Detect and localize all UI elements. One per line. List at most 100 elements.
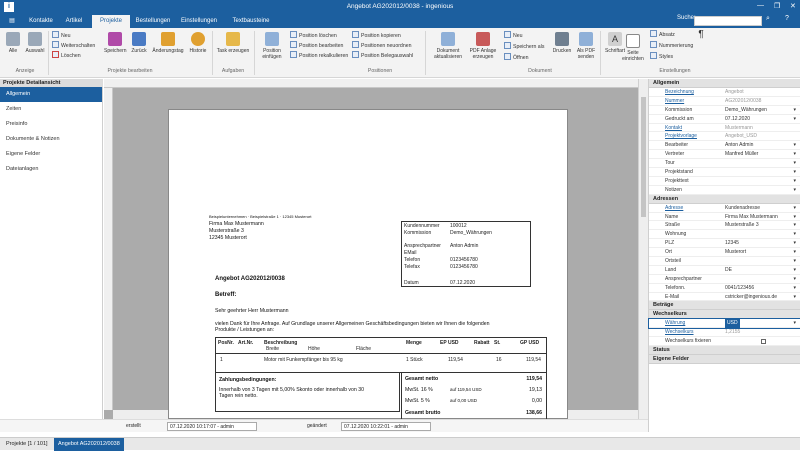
loeschen-button[interactable]: Löschen — [52, 51, 81, 60]
position-rekalkulieren-button[interactable]: Position rekalkulieren — [290, 51, 348, 60]
tab-bestellungen[interactable]: Bestellungen — [133, 15, 173, 28]
tab-artikel[interactable]: Artikel — [60, 15, 88, 28]
property-label[interactable]: Projektvorlage — [665, 132, 697, 141]
chevron-down-icon[interactable]: ▾ — [793, 284, 796, 293]
scroll-thumb[interactable] — [641, 97, 646, 217]
position-loeschen-button[interactable]: Position löschen — [290, 31, 337, 40]
chevron-down-icon[interactable]: ▾ — [793, 230, 796, 239]
close-icon[interactable]: ✕ — [790, 2, 796, 10]
neu-button[interactable]: Neu — [52, 31, 71, 40]
dokument-aktualisieren-button[interactable]: Dokument aktualisieren — [428, 32, 468, 60]
pdf-anlage-button[interactable]: PDF Anlage erzeugen — [466, 32, 500, 60]
chevron-down-icon[interactable]: ▾ — [793, 221, 796, 230]
nav-preisinfo[interactable]: Preisinfo — [0, 117, 102, 132]
chevron-down-icon[interactable]: ▾ — [793, 141, 796, 150]
minimize-icon[interactable]: — — [757, 2, 764, 9]
property-row[interactable]: Nummer AG202012/0038 — [649, 97, 800, 106]
property-value[interactable]: Manfred Müller — [725, 150, 758, 159]
property-label[interactable]: Bezeichnung — [665, 88, 694, 97]
property-value[interactable]: Angebot — [725, 88, 744, 97]
chevron-down-icon[interactable]: ▾ — [793, 115, 796, 124]
property-row[interactable]: Notizen ▾ — [649, 186, 800, 195]
absatz-button[interactable]: Absatz — [650, 30, 675, 39]
section-adressen[interactable]: Adressen — [649, 194, 800, 204]
property-row[interactable]: Land DE ▾ — [649, 266, 800, 275]
property-row[interactable]: Telefonn. 0041/123456 ▾ — [649, 284, 800, 293]
property-row[interactable]: Vertreter Manfred Müller ▾ — [649, 150, 800, 160]
styles-button[interactable]: Styles — [650, 52, 673, 61]
chevron-down-icon[interactable]: ▾ — [793, 204, 796, 213]
tab-projekte[interactable]: Projekte — [92, 15, 130, 28]
property-row[interactable]: Tour ▾ — [649, 159, 800, 169]
property-row[interactable]: E-Mail cstricker@ingenious.de ▾ — [649, 293, 800, 302]
task-erzeugen-button[interactable]: Task erzeugen — [214, 32, 252, 54]
doc-neu-button[interactable]: Neu — [504, 31, 523, 40]
property-row[interactable]: Kontakt Mustermann — [649, 124, 800, 133]
tab-einstellungen[interactable]: Einstellungen — [176, 15, 222, 28]
property-row[interactable]: Straße Musterstraße 3 ▾ — [649, 221, 800, 231]
property-value[interactable]: Mustermann — [725, 124, 753, 133]
property-value[interactable]: DE — [725, 266, 732, 275]
property-value[interactable]: cstricker@ingenious.de — [725, 293, 777, 302]
position-kopieren-button[interactable]: Position kopieren — [352, 31, 401, 40]
chevron-down-icon[interactable]: ▾ — [793, 275, 796, 284]
property-value[interactable]: Musterort — [725, 248, 746, 257]
chevron-down-icon[interactable]: ▾ — [793, 319, 796, 328]
chevron-down-icon[interactable]: ▾ — [793, 248, 796, 257]
historie-button[interactable]: Historie — [186, 32, 210, 54]
property-value[interactable]: Firma Max Mustermann — [725, 213, 778, 222]
property-row[interactable]: Ortsteil ▾ — [649, 257, 800, 266]
chevron-down-icon[interactable]: ▾ — [793, 293, 796, 302]
nav-dokumente-notizen[interactable]: Dokumente & Notizen — [0, 132, 102, 147]
property-value[interactable]: AG202012/0038 — [725, 97, 761, 106]
property-value[interactable]: 0041/123456 — [725, 284, 754, 293]
nav-zeiten[interactable]: Zeiten — [0, 102, 102, 117]
property-row[interactable]: Projekttext ▾ — [649, 177, 800, 186]
property-row[interactable]: Projektstand ▾ — [649, 168, 800, 177]
nav-allgemein[interactable]: Allgemein — [0, 87, 102, 102]
property-row[interactable]: Währung USD ▾ — [648, 318, 800, 330]
document-page[interactable]: Beispielunternehmen · Beispielstraße 1 ·… — [168, 109, 568, 420]
drucken-button[interactable]: Drucken — [550, 32, 574, 54]
speichern-button[interactable]: Speichern — [104, 32, 127, 54]
property-row[interactable]: PLZ 12345 ▾ — [649, 239, 800, 249]
property-row[interactable]: Adresse Kundenadresse ▾ — [649, 204, 800, 213]
property-value[interactable]: 12345 — [725, 239, 739, 248]
zurueck-button[interactable]: Zurück — [128, 32, 150, 54]
chevron-down-icon[interactable]: ▾ — [793, 186, 796, 195]
section-betraege[interactable]: Beträge — [649, 301, 800, 311]
tab-kontakte[interactable]: Kontakte — [24, 15, 58, 28]
chevron-down-icon[interactable]: ▾ — [793, 213, 796, 222]
section-eigene-felder[interactable]: Eigene Felder — [649, 355, 800, 365]
nummerierung-button[interactable]: Nummerierung — [650, 41, 693, 50]
alle-button[interactable]: Alle — [4, 32, 22, 54]
position-einfuegen-button[interactable]: Position einfügen — [256, 32, 288, 60]
section-allgemein[interactable]: Allgemein — [649, 79, 800, 88]
nav-eigene-felder[interactable]: Eigene Felder — [0, 147, 102, 162]
property-value[interactable]: Musterstraße 3 — [725, 221, 759, 230]
property-row[interactable]: Ansprechpartner ▾ — [649, 275, 800, 284]
vertical-scrollbar[interactable] — [638, 79, 648, 419]
nav-dateianlagen[interactable]: Dateianlagen — [0, 162, 102, 177]
search-icon[interactable]: ⌕ — [766, 15, 770, 23]
property-row[interactable]: Bezeichnung Angebot — [649, 88, 800, 97]
property-label[interactable]: Adresse — [665, 204, 683, 213]
section-status[interactable]: Status — [649, 346, 800, 356]
chevron-down-icon[interactable]: ▾ — [793, 266, 796, 275]
property-value[interactable]: USD — [725, 319, 740, 329]
aenderungstag-button[interactable]: Änderungstag — [150, 32, 186, 54]
chevron-down-icon[interactable]: ▾ — [793, 159, 796, 168]
position-bearbeiten-button[interactable]: Position bearbeiten — [290, 41, 343, 50]
positionen-neuordnen-button[interactable]: Positionen neuordnen — [352, 41, 411, 50]
property-row[interactable]: Wohnung ▾ — [649, 230, 800, 240]
property-row[interactable]: Gedruckt am 07.12.2020 ▾ — [649, 115, 800, 124]
property-row[interactable]: Name Firma Max Mustermann ▾ — [649, 213, 800, 222]
property-label[interactable]: Währung — [665, 319, 685, 328]
position-belegauswahl-button[interactable]: Position Belegauswahl — [352, 51, 413, 60]
property-row[interactable]: Kommission Demo_Währungen ▾ — [649, 106, 800, 115]
property-label[interactable]: Wechselkurs — [665, 328, 694, 337]
property-row[interactable]: Wechselkurs fixieren — [649, 337, 800, 347]
auswahl-button[interactable]: Auswahl — [24, 32, 46, 54]
chevron-down-icon[interactable]: ▾ — [793, 177, 796, 186]
speichern-als-button[interactable]: Speichern als — [504, 42, 544, 51]
